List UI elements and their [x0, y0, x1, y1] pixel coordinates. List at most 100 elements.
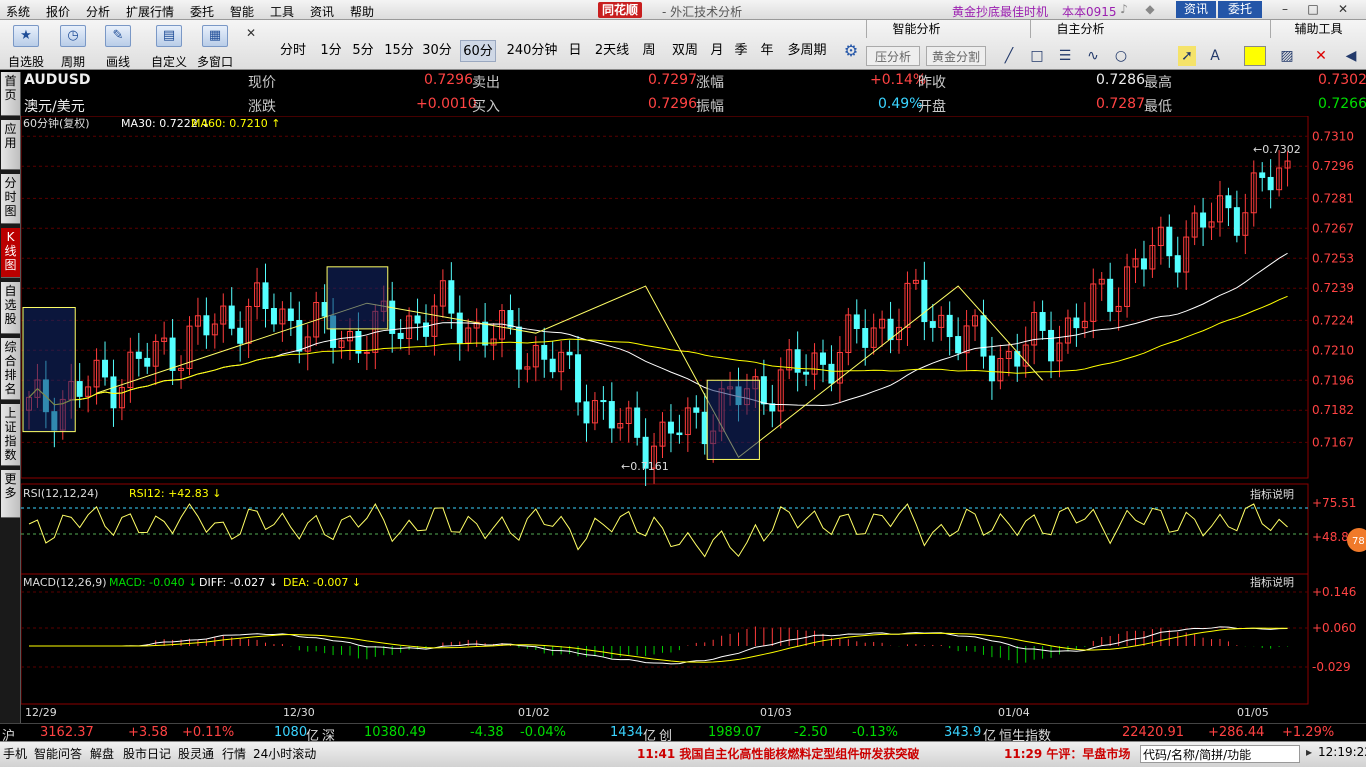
period-fenshi[interactable]: 分时: [276, 40, 310, 62]
candle-body: [549, 358, 556, 373]
line-tool-icon[interactable]: ╱: [1000, 46, 1018, 66]
candle-body: [819, 352, 826, 365]
text-tool-icon[interactable]: A: [1206, 46, 1224, 66]
menu-help[interactable]: 帮助: [350, 3, 374, 20]
minimize-icon[interactable]: –: [1278, 1, 1292, 18]
candle-body: [608, 401, 615, 429]
period-30min[interactable]: 30分: [422, 40, 452, 62]
rect-tool-icon[interactable]: □: [1028, 46, 1046, 66]
star-icon: ★: [13, 25, 39, 47]
cursor-icon[interactable]: ➚: [1178, 46, 1196, 66]
diff-value-label: DIFF: -0.027 ↓: [199, 576, 278, 589]
trade-button[interactable]: 委托: [1218, 1, 1262, 18]
period-60min[interactable]: 60分: [460, 40, 496, 62]
task-24h[interactable]: 24小时滚动: [253, 745, 316, 762]
menu-news[interactable]: 资讯: [310, 3, 334, 20]
period-button[interactable]: ◷ 周期: [54, 22, 92, 69]
macd-tick: -0.029: [1312, 660, 1351, 674]
period-2day[interactable]: 2天线: [592, 40, 632, 62]
label-buy: 买入: [472, 99, 500, 115]
kline-chart[interactable]: 0.7310 0.7296 0.7281 0.7267 0.7253 0.7239 0.72…: [20, 115, 1366, 720]
gear-icon[interactable]: ⚙: [840, 40, 862, 62]
channel-tool-icon[interactable]: ☰: [1056, 46, 1074, 66]
candle-body: [1107, 278, 1114, 312]
candle-body: [169, 337, 176, 371]
tab-timeshare[interactable]: 分时图: [1, 174, 20, 224]
tab-kline[interactable]: K线图: [1, 228, 20, 278]
candle-body: [676, 432, 683, 436]
menu-tools[interactable]: 工具: [270, 3, 294, 20]
news-ticker-1[interactable]: 11:41 我国自主化高性能核燃料定型组件研发获突破: [637, 745, 919, 762]
close-icon[interactable]: ✕: [1336, 1, 1350, 18]
promo-link[interactable]: 黄金抄底最佳时机: [952, 3, 1048, 20]
task-qa[interactable]: 智能问答: [34, 745, 82, 762]
color-picker[interactable]: [1244, 46, 1266, 66]
search-input[interactable]: 代码/名称/简拼/功能: [1140, 745, 1300, 763]
candle-body: [102, 359, 109, 378]
menu-quote[interactable]: 报价: [46, 3, 70, 20]
tab-watchlist[interactable]: 自选股: [1, 282, 20, 334]
aux-tools-header[interactable]: 辅助工具: [1270, 20, 1366, 38]
kline-chart-area[interactable]: 0.7310 0.7296 0.7281 0.7267 0.7253 0.7239 0.72…: [20, 115, 1366, 720]
golden-section-button[interactable]: 黄金分割: [926, 46, 986, 66]
candle-body: [988, 355, 995, 382]
task-market[interactable]: 行情: [222, 745, 246, 762]
period-month[interactable]: 月: [708, 40, 726, 62]
menu-smart[interactable]: 智能: [230, 3, 254, 20]
y-tick-label: 0.7210: [1312, 343, 1354, 357]
left-tab-bar: 首页 应用 分时图 K线图 自选股 综合排名 上证指数 更多: [0, 72, 21, 742]
candle-body: [1200, 212, 1207, 228]
bell-icon[interactable]: ♪: [1117, 1, 1131, 18]
shirt-icon[interactable]: ◆: [1143, 1, 1157, 18]
candle-body: [1073, 317, 1080, 329]
y-tick-label: 0.7182: [1312, 403, 1354, 417]
more-tools-icon[interactable]: ◀: [1342, 46, 1360, 66]
tab-ranking[interactable]: 综合排名: [1, 338, 20, 400]
period-year[interactable]: 年: [758, 40, 776, 62]
menu-analysis[interactable]: 分析: [86, 3, 110, 20]
candle-body: [237, 327, 244, 344]
pressure-analysis-button[interactable]: 压分析: [866, 46, 920, 66]
wave-tool-icon[interactable]: ∿: [1084, 46, 1102, 66]
candle-body: [456, 312, 463, 344]
y-tick-label: 0.7296: [1312, 159, 1354, 173]
candle-body: [1259, 172, 1266, 178]
period-week[interactable]: 周: [640, 40, 658, 62]
highlight-box: [706, 379, 760, 460]
candle-body: [1225, 195, 1232, 209]
self-analysis-header[interactable]: 自主分析: [1030, 20, 1130, 38]
custom-button[interactable]: ▤ 自定义: [148, 22, 190, 69]
period-quarter[interactable]: 季: [732, 40, 750, 62]
period-day[interactable]: 日: [566, 40, 584, 62]
ellipse-tool-icon[interactable]: ○: [1112, 46, 1130, 66]
watchlist-button[interactable]: ★ 自选股: [6, 22, 46, 69]
tab-sh-index[interactable]: 上证指数: [1, 404, 20, 466]
task-diary[interactable]: 股市日记: [123, 745, 171, 762]
eraser-icon[interactable]: ▨: [1278, 46, 1296, 66]
maximize-icon[interactable]: □: [1306, 1, 1320, 18]
period-biweek[interactable]: 双周: [668, 40, 702, 62]
delete-icon[interactable]: ✕: [1312, 46, 1330, 66]
period-multi[interactable]: 多周期: [784, 40, 830, 62]
period-1min[interactable]: 1分: [318, 40, 344, 62]
period-240min[interactable]: 240分钟: [504, 40, 560, 62]
smart-analysis-header[interactable]: 智能分析: [866, 20, 966, 38]
symbol-name: 澳元/美元: [24, 99, 85, 115]
period-5min[interactable]: 5分: [350, 40, 376, 62]
menu-system[interactable]: 系统: [6, 3, 30, 20]
clock-time: 12:19:22: [1318, 745, 1366, 759]
news-button[interactable]: 资讯: [1176, 1, 1216, 18]
news-ticker-2[interactable]: 11:29 午评：早盘市场: [1004, 745, 1130, 762]
multi-window-button[interactable]: ▦ 多窗口: [194, 22, 236, 69]
period-15min[interactable]: 15分: [384, 40, 414, 62]
tab-apps[interactable]: 应用: [1, 120, 20, 170]
tab-more[interactable]: 更多: [1, 470, 20, 518]
task-jiepan[interactable]: 解盘: [90, 745, 114, 762]
task-mobile[interactable]: 手机: [3, 745, 27, 762]
menu-trade[interactable]: 委托: [190, 3, 214, 20]
close-periodbar-icon[interactable]: ✕: [246, 26, 256, 40]
task-gulingtong[interactable]: 股灵通: [178, 745, 214, 762]
draw-line-button[interactable]: ✎ 画线: [98, 22, 138, 69]
tab-home[interactable]: 首页: [1, 72, 20, 116]
menu-ext-market[interactable]: 扩展行情: [126, 3, 174, 20]
